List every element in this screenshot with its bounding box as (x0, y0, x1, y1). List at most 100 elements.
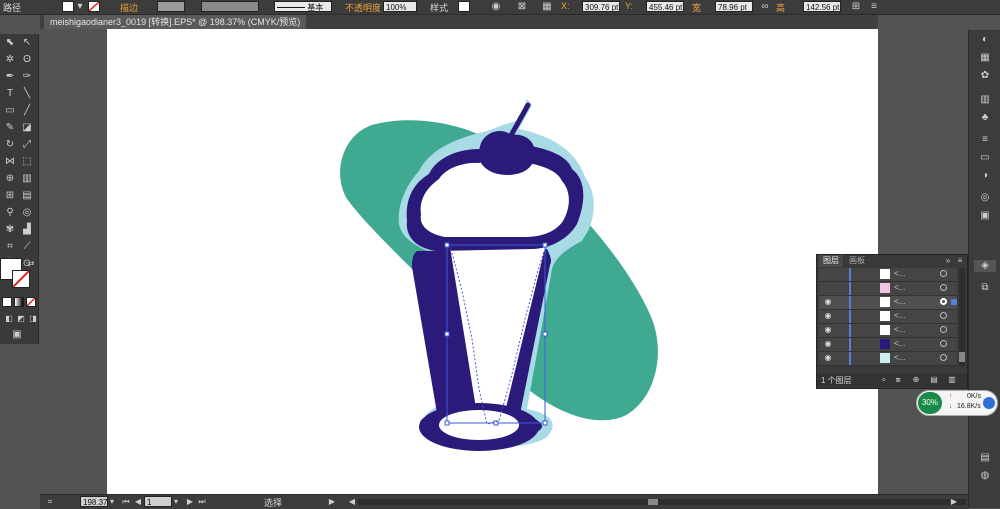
selection-tool-icon[interactable]: ⬉ (3, 36, 17, 50)
panel-menu-icon[interactable]: ≡ (868, 1, 880, 13)
color-panel-icon[interactable]: ◐ (978, 34, 992, 46)
eraser-tool-icon[interactable]: ◪ (20, 121, 34, 135)
align-icon[interactable]: ⊠ (516, 1, 528, 13)
target-icon[interactable] (940, 312, 947, 319)
plus-icon[interactable] (983, 397, 995, 409)
brushes-icon[interactable]: ▥ (978, 94, 992, 106)
curvature-tool-icon[interactable]: ✑ (20, 70, 34, 84)
visibility-eye-icon[interactable]: ◉ (823, 311, 833, 321)
transparency-icon[interactable]: ◑ (978, 170, 992, 182)
pencil-tool-icon[interactable]: ✎ (3, 121, 17, 135)
appearance-icon[interactable]: ◎ (978, 192, 992, 204)
panel-menu-icon[interactable]: ≡ (955, 255, 965, 267)
target-icon[interactable] (940, 326, 947, 333)
visibility-eye-icon[interactable]: ◉ (823, 297, 833, 307)
width-field[interactable]: 78.96 pt (715, 1, 753, 12)
target-icon[interactable] (940, 298, 947, 305)
tab-artboards[interactable]: 画板 (845, 255, 869, 267)
artwork[interactable] (107, 29, 878, 494)
target-icon[interactable] (940, 340, 947, 347)
chevron-down-icon[interactable]: ▾ (172, 496, 180, 508)
artboard-number-field[interactable]: 1 (144, 496, 172, 507)
perspective-grid-tool-icon[interactable]: ▥ (20, 172, 34, 186)
document-tab[interactable]: meishigaodianer3_0019 [转换].EPS* @ 198.37… (44, 15, 307, 29)
color-guide-icon[interactable]: ▦ (978, 52, 992, 64)
eyedropper-tool-icon[interactable]: ⚲ (3, 206, 17, 220)
visibility-eye-icon[interactable]: ◉ (823, 325, 833, 335)
width-tool-icon[interactable]: ⋈ (3, 155, 17, 169)
transform-icon[interactable]: ⊞ (850, 1, 862, 13)
layer-row[interactable]: ◉ <... (819, 352, 957, 366)
mesh-tool-icon[interactable]: ⊞ (3, 189, 17, 203)
status-menu-arrow-icon[interactable]: ▶ (328, 496, 336, 508)
panel-expand-icon[interactable]: » (943, 255, 953, 267)
scrollbar-thumb[interactable] (648, 499, 658, 505)
layer-row[interactable]: <... (819, 268, 957, 282)
stroke-color-box[interactable] (12, 270, 30, 288)
visibility-eye-icon[interactable]: ◉ (823, 353, 833, 363)
graphic-styles-icon[interactable]: ▣ (978, 210, 992, 222)
artboards-panel-icon[interactable]: ⧉ (978, 282, 992, 294)
scrollbar-thumb[interactable] (959, 352, 965, 362)
scroll-right-icon[interactable]: ▶ (950, 496, 958, 508)
horizontal-scrollbar[interactable] (358, 499, 966, 505)
gradient-mode-icon[interactable] (14, 297, 24, 307)
free-transform-tool-icon[interactable]: ⬚ (20, 155, 34, 169)
brush-profile-field[interactable]: 基本 (274, 1, 332, 12)
tab-layers[interactable]: 图层 (819, 255, 843, 267)
type-tool-icon[interactable]: T (3, 87, 17, 101)
link-icon[interactable]: ∞ (760, 1, 770, 13)
column-graph-tool-icon[interactable]: ▟ (20, 223, 34, 237)
chevron-down-icon[interactable]: ▾ (76, 1, 84, 13)
visibility-eye-icon[interactable]: ◉ (823, 339, 833, 349)
recolor-icon[interactable]: ◉ (490, 1, 502, 13)
layer-row[interactable]: ◉ <... (819, 310, 957, 324)
height-field[interactable]: 142.56 pt (803, 1, 841, 12)
network-monitor-widget[interactable]: 30% ↑ 0K/s ↓ 16.8K/s (916, 390, 998, 416)
draw-inside-icon[interactable]: ◨ (26, 312, 40, 326)
symbols-icon[interactable]: ♣ (978, 112, 992, 124)
rotate-tool-icon[interactable]: ↻ (3, 138, 17, 152)
paintbrush-tool-icon[interactable]: ╱ (20, 104, 34, 118)
new-sublayer-icon[interactable]: ⊕ (911, 374, 921, 386)
next-artboard-icon[interactable]: ▶ (186, 496, 194, 508)
zoom-field[interactable]: 198.37 (80, 496, 108, 507)
variable-width-field[interactable] (201, 1, 259, 12)
stroke-panel-icon[interactable]: ≡ (978, 134, 992, 146)
none-mode-icon[interactable] (26, 297, 36, 307)
last-artboard-icon[interactable]: ⏭ (198, 496, 206, 508)
gradient-tool-icon[interactable]: ▤ (20, 189, 34, 203)
search-icon[interactable]: ⌕ (879, 374, 889, 386)
artboard-navigation-icon[interactable]: ⌗ (44, 496, 56, 508)
pathfinder-icon[interactable]: ◍ (978, 470, 992, 482)
target-icon[interactable] (940, 284, 947, 291)
layer-row[interactable]: ◉ <... (819, 324, 957, 338)
stroke-weight-field[interactable] (157, 1, 185, 12)
layer-row[interactable]: ◉ <... (819, 338, 957, 352)
magic-wand-tool-icon[interactable]: ✲ (3, 53, 17, 67)
swap-fill-stroke-icon[interactable]: ⇄ (24, 257, 38, 271)
pen-tool-icon[interactable]: ✒ (3, 70, 17, 84)
transform-reference-icon[interactable]: ▦ (541, 1, 553, 13)
color-mode-icon[interactable] (2, 297, 12, 307)
selection-indicator[interactable] (951, 299, 957, 305)
stroke-label[interactable]: 描边 (120, 1, 138, 14)
blend-tool-icon[interactable]: ◎ (20, 206, 34, 220)
align-panel-icon[interactable]: ▤ (978, 452, 992, 464)
fill-swatch[interactable] (62, 1, 74, 12)
direct-selection-tool-icon[interactable]: ↖ (20, 36, 34, 50)
previous-artboard-icon[interactable]: ◀ (134, 496, 142, 508)
lasso-tool-icon[interactable]: ʘ (20, 53, 34, 67)
swatches-icon[interactable]: ✿ (978, 70, 992, 82)
stroke-swatch[interactable] (88, 1, 100, 12)
layers-panel-icon[interactable]: ◈ (974, 260, 996, 272)
style-swatch[interactable] (458, 1, 470, 12)
chevron-down-icon[interactable]: ▾ (108, 496, 116, 508)
artboard-tool-icon[interactable]: ⌗ (3, 240, 17, 254)
symbol-sprayer-tool-icon[interactable]: ✾ (3, 223, 17, 237)
screen-mode-icon[interactable]: ▣ (10, 328, 24, 342)
scroll-left-icon[interactable]: ◀ (348, 496, 356, 508)
line-tool-icon[interactable]: ╲ (20, 87, 34, 101)
opacity-label[interactable]: 不透明度 (345, 1, 381, 14)
target-icon[interactable] (940, 354, 947, 361)
